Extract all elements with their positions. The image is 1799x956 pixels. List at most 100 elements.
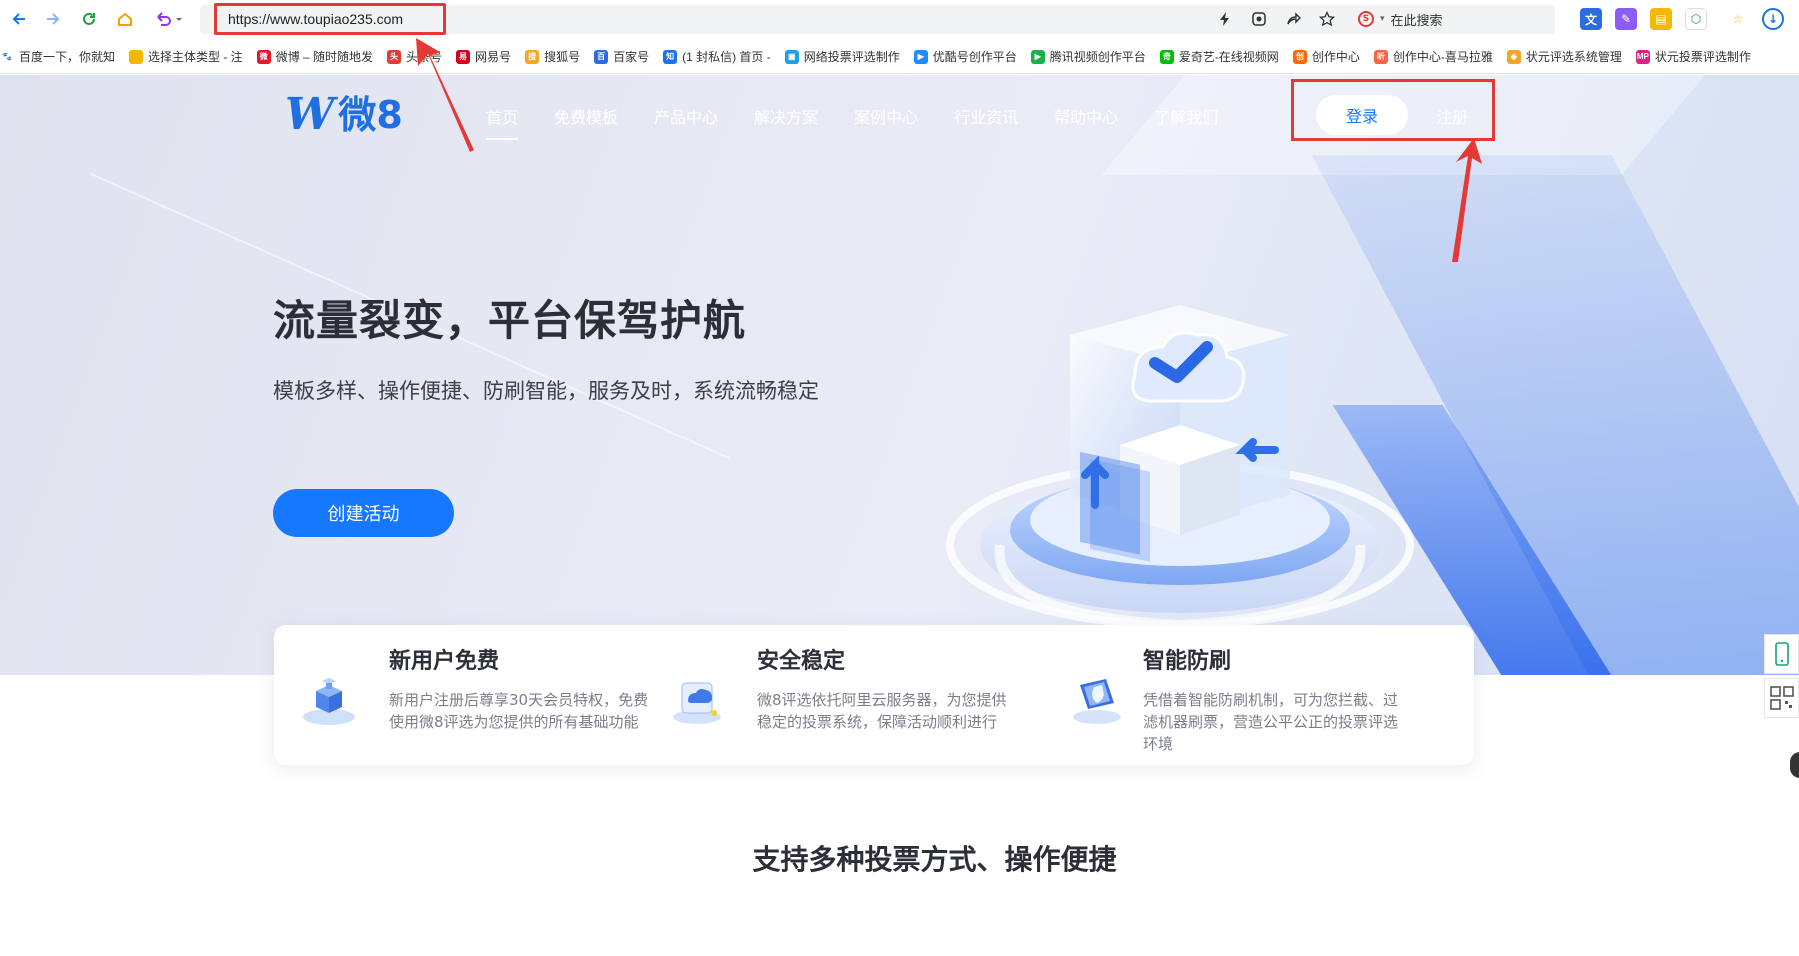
forward-icon[interactable] xyxy=(40,6,66,32)
cloud-shield-icon xyxy=(673,682,721,724)
bookmark-item[interactable]: 搜搜狐号 xyxy=(525,48,580,65)
bookmark-favicon-icon: 创 xyxy=(1292,49,1307,64)
shield-monitor-icon xyxy=(1073,679,1121,724)
bookmark-favicon-icon: ◆ xyxy=(1506,49,1521,64)
bookmark-item[interactable]: MP 状元投票评选制作 xyxy=(1635,48,1751,65)
bookmark-item[interactable]: 微微博 – 随时随地发 xyxy=(256,48,374,65)
bookmark-favicon-icon: 搜 xyxy=(525,49,540,64)
bookmark-label: 微博 – 随时随地发 xyxy=(275,50,374,64)
back-icon[interactable] xyxy=(6,6,32,32)
feature-title: 安全稳定 xyxy=(757,649,846,674)
bookmark-item[interactable]: 听创作中心-喜马拉雅 xyxy=(1373,48,1493,65)
edit-icon[interactable]: ✎ xyxy=(1615,8,1637,30)
bookmark-item[interactable]: 奇爱奇艺-在线视频网 xyxy=(1159,48,1279,65)
bookmark-favicon-icon: 头 xyxy=(387,49,402,64)
bookmark-favicon-icon xyxy=(129,49,144,64)
flash-icon[interactable] xyxy=(1212,6,1238,32)
extension-icon[interactable]: ⬡ xyxy=(1685,8,1707,30)
feature-desc: 新用户注册后尊享30天会员特权，免费使用微8评选为您提供的所有基础功能 xyxy=(389,691,649,731)
site-logo[interactable]: W 微8 xyxy=(285,93,403,137)
favorites-icon[interactable]: ☆ xyxy=(1727,8,1749,30)
translate-icon[interactable]: 文 xyxy=(1580,8,1602,30)
register-link[interactable]: 注册 xyxy=(1436,104,1468,128)
bookmark-label: 创作中心-喜马拉雅 xyxy=(1392,50,1493,64)
hero-subtitle: 模板多样、操作便捷、防刷智能，服务及时，系统流畅稳定 xyxy=(273,379,819,403)
main-nav: 首页 免费模板 产品中心 解决方案 案例中心 行业资讯 帮助中心 了解我们 xyxy=(486,104,1254,140)
nav-solutions[interactable]: 解决方案 xyxy=(754,104,818,128)
hero-section: W 微8 首页 免费模板 产品中心 解决方案 案例中心 行业资讯 帮助中心 了解… xyxy=(0,75,1799,675)
bookmark-item[interactable]: 易网易号 xyxy=(456,48,511,65)
nav-products[interactable]: 产品中心 xyxy=(654,104,718,128)
feature-title: 新用户免费 xyxy=(389,649,500,674)
home-icon[interactable] xyxy=(112,6,138,32)
bookmark-item[interactable]: ▶ 腾讯视频创作平台 xyxy=(1030,48,1146,65)
bookmark-favicon-icon: ▶ xyxy=(913,49,928,64)
bookmark-item[interactable]: ▶ 优酷号创作平台 xyxy=(913,48,1017,65)
feature-secure: 安全稳定 微8评选依托阿里云服务器，为您提供稳定的投票系统，保障活动顺利进行 xyxy=(673,625,1074,765)
create-activity-button[interactable]: 创建活动 xyxy=(273,489,454,537)
hero-title: 流量裂变，平台保驾护航 xyxy=(273,296,747,345)
bookmark-label: 优酷号创作平台 xyxy=(932,50,1017,64)
bookmark-item[interactable]: 🐾 百度一下，你就知 xyxy=(0,48,115,65)
bookmark-favicon-icon: 易 xyxy=(456,49,471,64)
feature-free: 新用户免费 新用户注册后尊享30天会员特权，免费使用微8评选为您提供的所有基础功… xyxy=(274,625,674,765)
bookmark-favicon-icon: ▣ xyxy=(784,49,799,64)
screenshot-icon[interactable] xyxy=(1246,6,1272,32)
bookmark-favicon-icon: 百 xyxy=(594,49,609,64)
bookmark-label: 搜狐号 xyxy=(544,50,581,64)
feature-title: 智能防刷 xyxy=(1143,649,1232,674)
download-icon[interactable]: ↓ xyxy=(1762,8,1784,30)
browser-toolbar: https://www.toupiao235.com S ▾ 在此搜索 文 ✎ … xyxy=(0,0,1799,38)
nav-about[interactable]: 了解我们 xyxy=(1154,104,1218,128)
bookmark-item[interactable]: 创创作中心 xyxy=(1292,48,1360,65)
login-button[interactable]: 登录 xyxy=(1316,95,1408,135)
bookmark-favicon-icon: 知 xyxy=(663,49,678,64)
search-placeholder[interactable]: 在此搜索 xyxy=(1391,10,1443,29)
bookmark-label: 状元投票评选制作 xyxy=(1654,50,1751,64)
cubes-icon xyxy=(303,678,355,725)
logo-mark: W xyxy=(285,89,335,140)
nav-news[interactable]: 行业资讯 xyxy=(954,104,1018,128)
bookmark-item[interactable]: 百百家号 xyxy=(594,48,649,65)
bookmark-favicon-icon: 听 xyxy=(1373,49,1388,64)
bookmark-label: 腾讯视频创作平台 xyxy=(1049,50,1146,64)
undo-menu-icon[interactable] xyxy=(152,6,186,32)
bookmark-label: 网络投票评选制作 xyxy=(803,50,900,64)
chat-icon[interactable] xyxy=(1790,752,1799,778)
bookmark-label: 创作中心 xyxy=(1311,50,1360,64)
bookmark-favicon-icon: 🐾 xyxy=(0,49,14,64)
bookmark-item[interactable]: ▣ 网络投票评选制作 xyxy=(784,48,900,65)
bookmark-item[interactable]: 知 (1 封私信) 首页 - xyxy=(663,48,771,65)
bookmark-item[interactable]: 头头条号 xyxy=(387,48,442,65)
logo-text: 微8 xyxy=(338,93,403,137)
bookmark-favicon-icon: 奇 xyxy=(1159,49,1174,64)
cloud-server-illustration xyxy=(946,305,1414,631)
bookmark-item[interactable]: 选择主体类型 - 注 xyxy=(129,48,243,65)
url-annotation-box xyxy=(214,3,446,35)
nav-cases[interactable]: 案例中心 xyxy=(854,104,918,128)
bookmark-label: 状元评选系统管理 xyxy=(1525,50,1622,64)
bookmark-label: 爱奇艺-在线视频网 xyxy=(1178,50,1279,64)
mobile-icon[interactable] xyxy=(1764,634,1799,674)
nav-help[interactable]: 帮助中心 xyxy=(1054,104,1118,128)
star-icon[interactable] xyxy=(1314,6,1340,32)
bookmark-label: 百度一下，你就知 xyxy=(19,50,116,64)
bookmark-label: 头条号 xyxy=(406,50,443,64)
bookmark-label: (1 封私信) 首页 - xyxy=(682,50,771,64)
bookmark-favicon-icon: MP xyxy=(1635,49,1650,64)
nav-free-templates[interactable]: 免费模板 xyxy=(554,104,618,128)
chevron-down-icon[interactable]: ▾ xyxy=(1380,14,1385,24)
feature-card: 新用户免费 新用户注册后尊享30天会员特权，免费使用微8评选为您提供的所有基础功… xyxy=(274,625,1474,765)
share-icon[interactable] xyxy=(1280,6,1306,32)
bookmark-favicon-icon: ▶ xyxy=(1030,49,1045,64)
qrcode-icon[interactable] xyxy=(1764,678,1799,718)
nav-home[interactable]: 首页 xyxy=(486,104,519,140)
folder-icon[interactable]: ▤ xyxy=(1650,8,1672,30)
bookmark-favicon-icon: 微 xyxy=(256,49,271,64)
bookmarks-bar: 🐾 百度一下，你就知 选择主体类型 - 注微微博 – 随时随地发头头条号易网易号搜搜… xyxy=(0,40,1799,74)
reload-icon[interactable] xyxy=(76,6,102,32)
search-engine-icon: S xyxy=(1358,11,1374,27)
feature-desc: 凭借着智能防刷机制，可为您拦截、过滤机器刷票，营造公平公正的投票评选环境 xyxy=(1143,691,1399,753)
bookmark-item[interactable]: ◆ 状元评选系统管理 xyxy=(1506,48,1622,65)
search-box[interactable]: S ▾ 在此搜索 xyxy=(1358,9,1528,29)
